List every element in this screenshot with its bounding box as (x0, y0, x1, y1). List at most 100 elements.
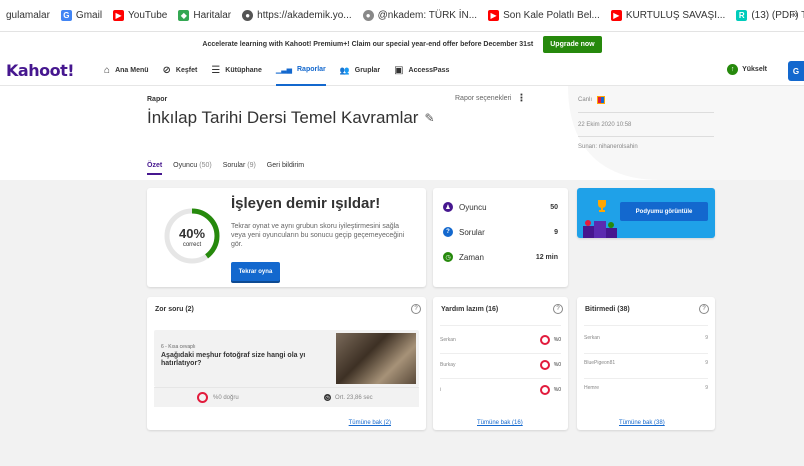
report-label: Rapor (147, 96, 168, 103)
summary-heading: İşleyen demir ışıldar! (231, 195, 381, 212)
divider (440, 325, 561, 326)
nav-discover[interactable]: ⊘ Keşfet (163, 56, 198, 86)
player-answer-count: 9 (705, 360, 708, 366)
bookmark-label: gulamalar (6, 10, 50, 21)
bookmark-applications[interactable]: gulamalar (6, 10, 50, 21)
promo-text: Accelerate learning with Kahoot! Premium… (202, 40, 534, 48)
stat-players: ♟ Oyuncu 50 (443, 202, 558, 212)
promo-banner: Accelerate learning with Kahoot! Premium… (0, 32, 804, 56)
divider (584, 353, 708, 354)
bookmark-label: https://akademik.yo... (257, 10, 352, 21)
list-item[interactable]: Serkan %0 (440, 335, 561, 345)
question-footer: %0 doğru ◷ Ort. 23,86 sec (154, 387, 419, 407)
accesspass-icon: ▣ (394, 65, 404, 76)
podium-illustration-icon (583, 220, 617, 238)
unfinished-card: Bitirmedi (38) ? Serkan 9 BluePigeon81 9 H… (577, 297, 715, 430)
summary-description: Tekrar oynat ve aynı grubun skoru iyileş… (231, 223, 405, 248)
help-icon[interactable]: ? (699, 304, 709, 314)
player-name: i (440, 387, 442, 393)
podium-card[interactable]: Podyumu görüntüle (577, 188, 715, 238)
needs-help-card: Yardım lazım (16) ? Serkan %0 Burkay %0 i%… (433, 297, 568, 430)
upgrade-label: Yükselt (742, 66, 767, 73)
score-ring-icon (539, 385, 550, 395)
nav-groups[interactable]: 👥 Gruplar (340, 56, 380, 86)
nav-label: Ana Menü (115, 67, 149, 74)
bookmark-youtube[interactable]: ▶ YouTube (113, 10, 167, 21)
live-label: Canlı (578, 97, 593, 103)
tab-questions[interactable]: Sorular (9) (223, 162, 256, 175)
bookmark-label: Son Kale Polatlı Bel... (503, 10, 600, 21)
replay-button[interactable]: Tekrar oyna (231, 262, 280, 281)
report-host: Sunan: nihanerolsahin (578, 144, 638, 150)
player-answer-count: 9 (705, 335, 708, 341)
tab-label: Oyuncu (173, 162, 198, 169)
kahoot-logo[interactable]: Kahoot! (6, 61, 75, 80)
question-preview[interactable]: 6 - Kısa cevaplı Aşağıdaki meşhur fotoğr… (154, 330, 419, 387)
see-all-unfinished-link[interactable]: Tümüne bak (38) (619, 420, 665, 426)
bookmarks-overflow-icon[interactable]: » (792, 9, 798, 21)
stat-label: Oyuncu (459, 202, 487, 212)
bookmark-akademik[interactable]: ● https://akademik.yo... (242, 10, 352, 21)
report-tabs: Özet Oyuncu (50) Sorular (9) Geri bildir… (147, 162, 304, 175)
nav-reports[interactable]: ▁▃▅ Raporlar (275, 56, 326, 86)
accuracy-text: %0 doğru (213, 394, 239, 401)
people-icon: 👥 (339, 66, 350, 75)
clock-icon: ◷ (443, 252, 453, 262)
live-game-icon (597, 96, 606, 104)
tab-label: Sorular (222, 162, 246, 169)
trophy-icon (598, 200, 606, 212)
tab-feedback[interactable]: Geri bildirim (267, 162, 304, 175)
bookmark-son-kale[interactable]: ▶ Son Kale Polatlı Bel... (488, 10, 600, 21)
bookmark-label: @nkadem: TÜRK İN... (377, 10, 478, 21)
avatar-icon: ● (362, 10, 374, 21)
stat-label: Zaman (459, 252, 484, 262)
report-options-menu[interactable]: Rapor seçenekleri ⋮ (455, 94, 526, 104)
question-accuracy: %0 doğru (197, 392, 239, 403)
bookmark-kurtulus[interactable]: ▶ KURTULUŞ SAVAŞI... (610, 10, 725, 21)
stat-time: ◷ Zaman 12 min (443, 252, 558, 262)
divider (578, 112, 714, 113)
profile-button[interactable]: G (788, 61, 804, 81)
player-name: Serkan (584, 335, 600, 341)
list-item[interactable]: i %0 (440, 385, 561, 395)
globe-icon: ● (242, 10, 254, 21)
upgrade-now-button[interactable]: Upgrade now (543, 35, 602, 53)
hard-questions-card: Zor soru (2) ? 6 - Kısa cevaplı Aşağıdak… (147, 297, 426, 430)
see-all-needs-help-link[interactable]: Tümüne bak (16) (477, 420, 523, 426)
help-icon[interactable]: ? (411, 304, 421, 314)
list-item[interactable]: Hemre 9 (584, 385, 708, 391)
nav-home[interactable]: ⌂ Ana Menü (104, 56, 149, 86)
divider (584, 325, 708, 326)
view-podium-button[interactable]: Podyumu görüntüle (620, 202, 708, 221)
nav-label: Raporlar (297, 66, 326, 73)
bookmark-maps[interactable]: ◆ Haritalar (178, 10, 231, 21)
bookmark-nkadem[interactable]: ● @nkadem: TÜRK İN... (362, 10, 478, 21)
list-item[interactable]: Serkan 9 (584, 335, 708, 341)
report-title-text: İnkılap Tarihi Dersi Temel Kavramlar (147, 108, 419, 127)
player-icon: ♟ (443, 202, 453, 212)
summary-card: 40% correct İşleyen demir ışıldar! Tekra… (147, 188, 426, 287)
list-item[interactable]: BluePigeon81 9 (584, 360, 708, 366)
upgrade-link[interactable]: ↑ Yükselt (727, 64, 767, 75)
help-icon[interactable]: ? (553, 304, 563, 314)
tab-players[interactable]: Oyuncu (50) (173, 162, 212, 175)
tab-count: (50) (199, 162, 212, 169)
see-all-hard-questions-link[interactable]: Tümüne bak (2) (349, 420, 391, 426)
tab-summary[interactable]: Özet (147, 162, 163, 175)
nav-label: AccessPass (408, 67, 450, 74)
nav-label: Keşfet (175, 67, 198, 74)
player-name: BluePigeon81 (584, 360, 616, 366)
nav-library[interactable]: ☰ Kütüphane (211, 56, 262, 86)
question-average-time: ◷ Ort. 23,86 sec (324, 394, 373, 401)
tab-label: Geri bildirim (266, 162, 305, 169)
bookmarks-bar: gulamalar G Gmail ▶ YouTube ◆ Haritalar ● ht… (0, 0, 804, 32)
live-indicator: Canlı (578, 96, 714, 104)
bookmark-gmail[interactable]: G Gmail (60, 10, 102, 21)
list-item[interactable]: Burkay %0 (440, 360, 561, 370)
youtube-icon: ▶ (488, 10, 500, 21)
edit-pencil-icon[interactable]: ✎ (424, 111, 434, 125)
divider (584, 378, 708, 379)
unfinished-title: Bitirmedi (38) (585, 306, 630, 313)
nav-accesspass[interactable]: ▣ AccessPass (394, 56, 449, 86)
compass-icon: ⊘ (162, 65, 171, 76)
